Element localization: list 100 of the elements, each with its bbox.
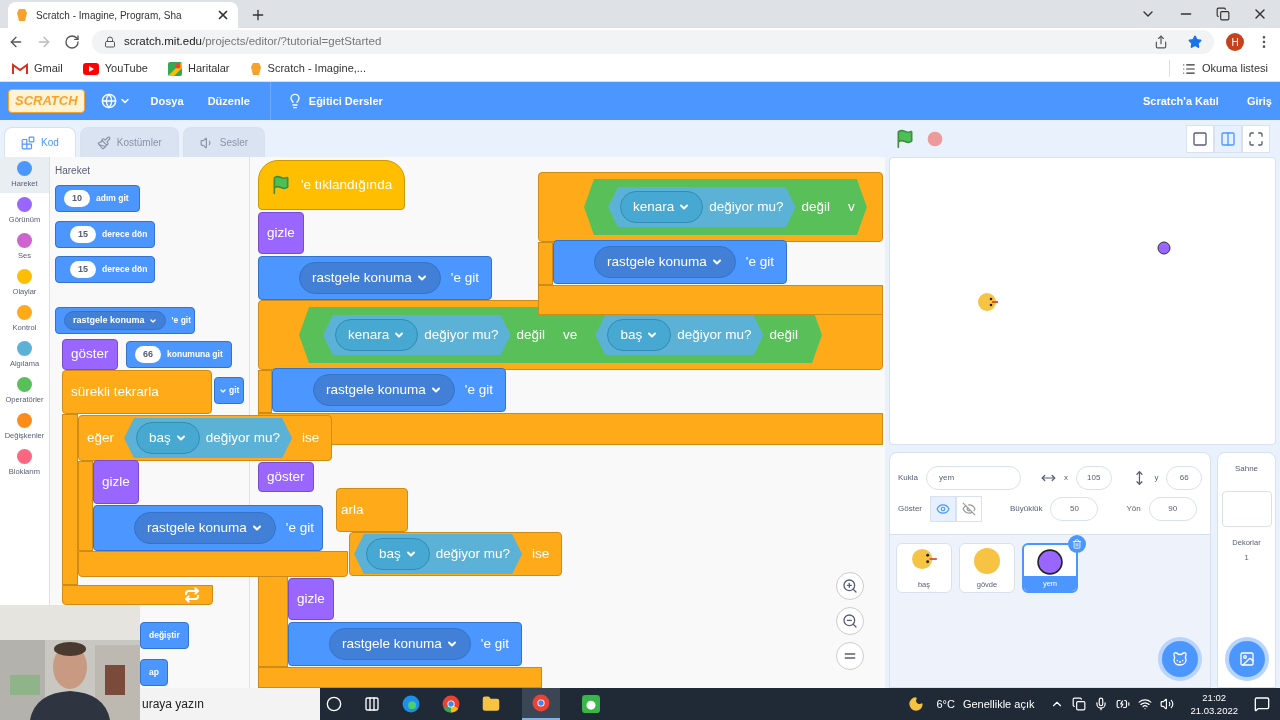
menu-item[interactable]: Düzenle	[203, 92, 254, 110]
notification-icon[interactable]	[1254, 696, 1270, 712]
size-label: Büyüklük	[1010, 502, 1043, 515]
delete-button[interactable]	[1068, 535, 1086, 553]
search-circle-icon[interactable]	[326, 696, 342, 712]
address-bar[interactable]: scratch.mit.edu/projects/editor/?tutorial=getStarted	[92, 30, 1214, 54]
editor-tab[interactable]: Sesler	[182, 127, 266, 157]
code-block[interactable]: rastgele konuma 'e git	[258, 256, 492, 300]
boolean-block[interactable]: kenara değiyor mu? değil v	[584, 178, 867, 236]
bookmark[interactable]: Gmail	[12, 60, 63, 77]
search-field[interactable]: uraya yazın	[140, 688, 320, 720]
dropdown[interactable]: rastgele konuma	[594, 245, 736, 279]
boolean-block[interactable]: baş değiyor mu?	[354, 533, 523, 575]
number-input[interactable]: 66	[135, 345, 161, 364]
window-icon[interactable]	[1072, 697, 1087, 711]
show-label: Göster	[898, 502, 922, 515]
code-block[interactable]: gizle	[258, 212, 304, 254]
boolean-block[interactable]: kenara değiyor mu?	[608, 186, 796, 228]
dropdown[interactable]: rastgele konuma	[329, 627, 471, 661]
code-block[interactable]: göster	[258, 462, 314, 492]
microphone-icon[interactable]	[1094, 697, 1109, 711]
code-block[interactable]: kenara değiyor mu? değil v	[538, 172, 883, 242]
language-button[interactable]	[100, 93, 131, 109]
browser-tab[interactable]: Scratch - Imagine, Program, Sha	[8, 2, 238, 28]
code-block[interactable]: göster	[62, 339, 118, 370]
dropdown[interactable]: rastgele konuma	[134, 511, 276, 545]
bookmark[interactable]: Scratch - Imagine,...	[249, 60, 366, 77]
zoom-in-icon	[842, 578, 858, 594]
dropdown[interactable]: rastgele konuma	[64, 310, 166, 331]
boolean-block[interactable]: baş değiyor mu?	[595, 314, 764, 356]
weather-temperature: 6°C	[936, 696, 955, 712]
show-button[interactable]	[930, 495, 956, 522]
new-tab-icon[interactable]	[250, 7, 266, 23]
code-block[interactable]: rastgele konuma 'e git	[93, 505, 323, 551]
palette-block[interactable]: değiştir	[140, 622, 189, 649]
browser-icon[interactable]	[402, 695, 420, 713]
boolean-block[interactable]: baş değiyor mu?	[124, 417, 293, 459]
bookmark[interactable]: YouTube	[82, 60, 148, 77]
number-input[interactable]: 15	[70, 260, 96, 279]
restore-icon[interactable]	[1216, 7, 1230, 21]
bookmark[interactable]: Haritalar	[167, 60, 230, 77]
palette-block[interactable]: rastgele konuma 'e git	[55, 307, 195, 334]
palette-block[interactable]: git	[214, 377, 245, 404]
backdrop-thumbnail[interactable]	[1221, 491, 1272, 527]
share-icon[interactable]	[1154, 35, 1168, 49]
ball-icon	[974, 548, 1000, 574]
palette-block[interactable]: ap	[140, 659, 168, 686]
loop-arrow-icon	[184, 587, 200, 603]
palette-block[interactable]: 10 adım git	[55, 185, 140, 212]
palette-block[interactable]: 15 derece dön	[55, 256, 155, 283]
code-block[interactable]: rastgele konuma 'e git	[553, 240, 787, 284]
stage-layout-button[interactable]	[1242, 124, 1270, 153]
dropdown[interactable]: baş	[136, 421, 200, 455]
number-input[interactable]: 10	[64, 189, 90, 208]
active-app-button[interactable]	[522, 688, 560, 720]
task-view-icon[interactable]	[364, 696, 380, 712]
code-block[interactable]: rastgele konuma 'e git	[272, 368, 506, 412]
code-block[interactable]: baş değiyor mu? ise	[349, 532, 563, 576]
star-icon[interactable]	[1188, 35, 1202, 49]
number-input[interactable]: 15	[70, 225, 96, 244]
join-link[interactable]: Scratch'a Katıl	[1142, 92, 1219, 110]
dropdown[interactable]: rastgele konuma	[299, 261, 441, 295]
hide-button[interactable]	[956, 495, 982, 522]
folder-icon[interactable]	[482, 695, 500, 713]
volume-icon[interactable]	[1160, 697, 1175, 711]
palette-block[interactable]: 15 derece dön	[55, 221, 155, 248]
wifi-icon[interactable]	[1138, 697, 1153, 711]
cat-icon	[1172, 651, 1188, 667]
back-icon[interactable]	[8, 34, 24, 50]
editor-tab[interactable]: Kod	[4, 127, 76, 157]
app-icon[interactable]	[582, 695, 600, 713]
flag-icon[interactable]	[895, 128, 915, 149]
reading-list-button[interactable]: Okuma listesi	[1168, 60, 1268, 77]
code-block[interactable]: gizle	[93, 460, 139, 504]
add-backdrop-button[interactable]	[1228, 641, 1265, 677]
dropdown[interactable]: baş	[607, 318, 672, 352]
brush-icon	[96, 135, 111, 150]
code-block[interactable]: rastgele konuma 'e git	[288, 622, 522, 666]
browser-icon[interactable]	[442, 695, 460, 713]
palette-heading: Hareket	[55, 164, 91, 178]
sign-in-link[interactable]: Giriş	[1246, 92, 1272, 110]
boolean-block[interactable]: kenara değiyor mu?	[323, 314, 511, 356]
editor-tab[interactable]: Kostümler	[79, 127, 179, 157]
menu-item[interactable]: Dosya	[146, 92, 188, 110]
code-block[interactable]: gizle	[288, 578, 334, 620]
dropdown[interactable]: baş	[366, 537, 430, 571]
dropdown[interactable]: kenara	[335, 318, 419, 352]
code-block[interactable]: eğer baş değiyor mu? ise	[78, 415, 333, 461]
palette-block[interactable]: 66 konumuna git	[126, 341, 232, 368]
dropdown[interactable]: rastgele konuma	[313, 373, 455, 407]
close-icon[interactable]	[216, 8, 230, 22]
battery-icon[interactable]	[1116, 697, 1131, 711]
add-sprite-button[interactable]	[1162, 641, 1198, 677]
reload-icon[interactable]	[64, 34, 80, 50]
stage-layout-button[interactable]	[1186, 124, 1214, 153]
boolean-block[interactable]: kenara değiyor mu? değil ve baş değiyor mu? değil	[299, 306, 822, 364]
dropdown[interactable]: kenara	[620, 190, 704, 224]
trash-icon	[1072, 539, 1082, 549]
profile-avatar[interactable]: H	[1226, 33, 1244, 51]
direction-label: Yön	[1126, 502, 1141, 515]
